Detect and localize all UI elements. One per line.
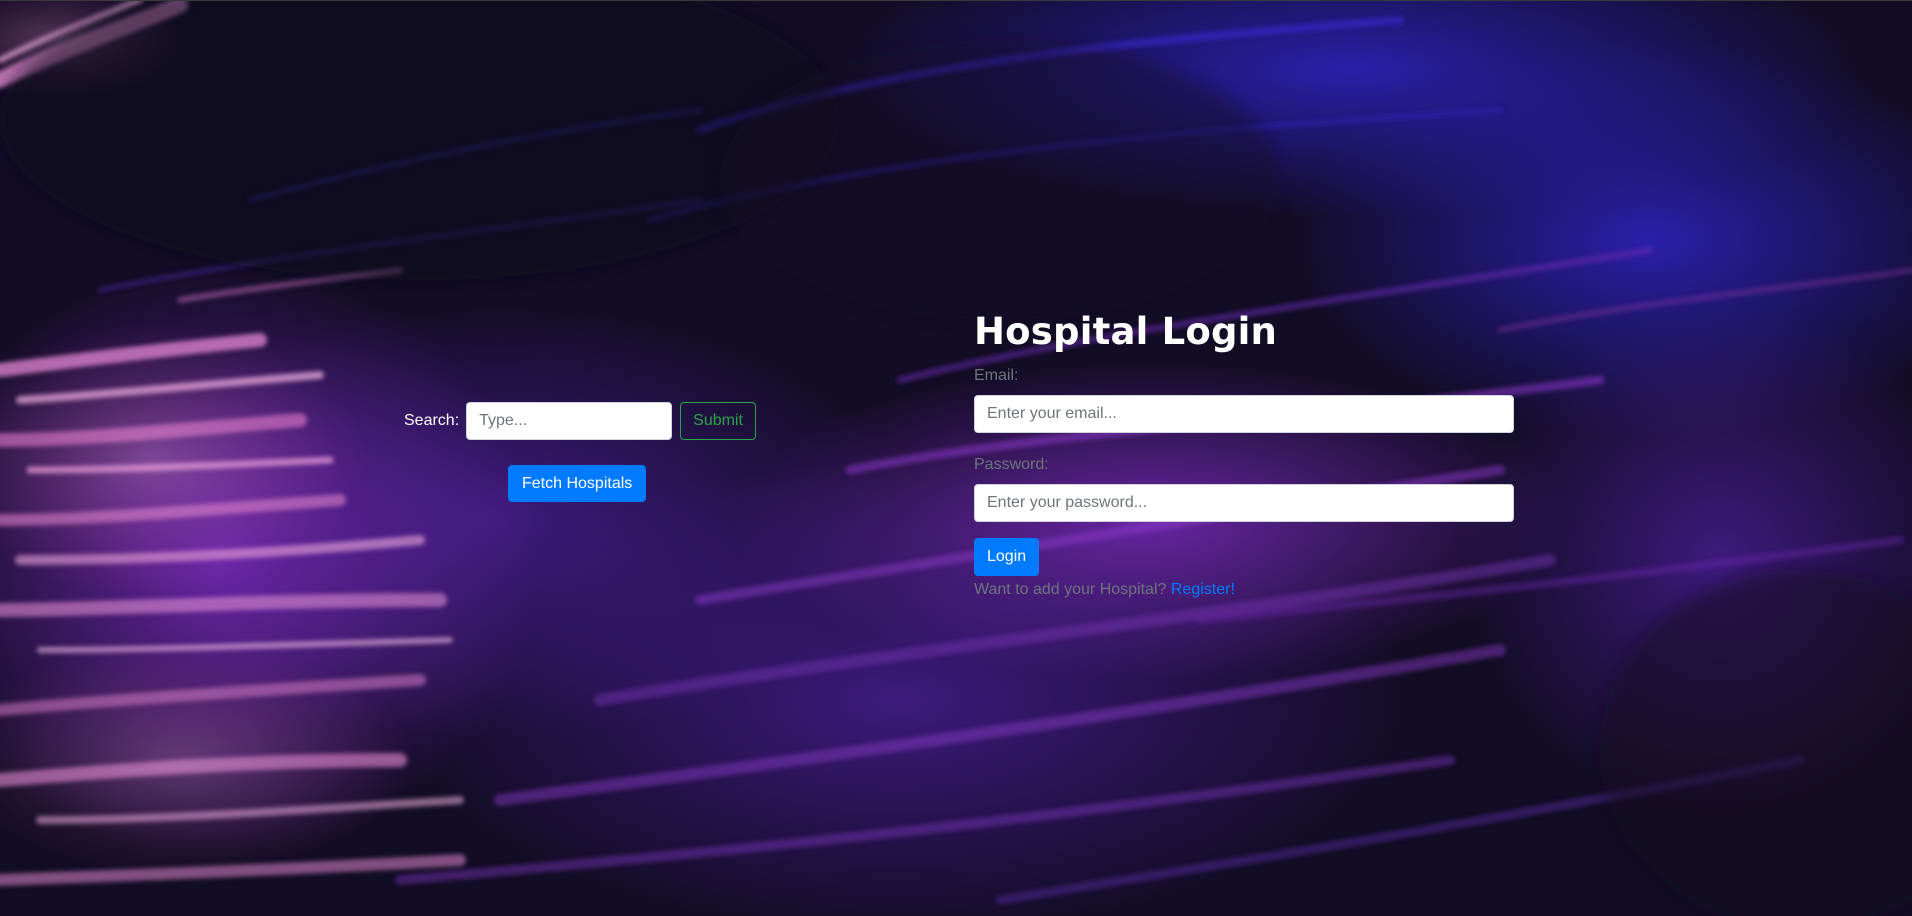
login-button[interactable]: Login: [974, 538, 1040, 576]
fetch-hospitals-button[interactable]: Fetch Hospitals: [508, 465, 647, 502]
register-prompt-text: Want to add your Hospital?: [974, 581, 1167, 598]
email-field[interactable]: [974, 395, 1514, 433]
window-top-border: [0, 0, 1912, 1]
search-input[interactable]: [466, 402, 673, 440]
password-field[interactable]: [974, 484, 1514, 522]
page-title: Hospital Login: [974, 310, 1278, 353]
background-image: [0, 0, 1912, 916]
search-label: Search:: [404, 412, 460, 429]
page: Search: Submit Fetch Hospitals Hospital …: [0, 0, 1912, 916]
email-label: Email:: [974, 367, 1019, 384]
search-form: Search: Submit: [404, 402, 756, 440]
search-submit-button[interactable]: Submit: [680, 402, 756, 440]
background-streaks: [0, 0, 1912, 916]
register-prompt-row: Want to add your Hospital? Register!: [974, 578, 1514, 602]
register-link[interactable]: Register!: [1171, 581, 1235, 598]
password-label: Password:: [974, 456, 1049, 473]
login-form: Hospital Login Email: Password: Login Wa…: [974, 306, 1514, 602]
